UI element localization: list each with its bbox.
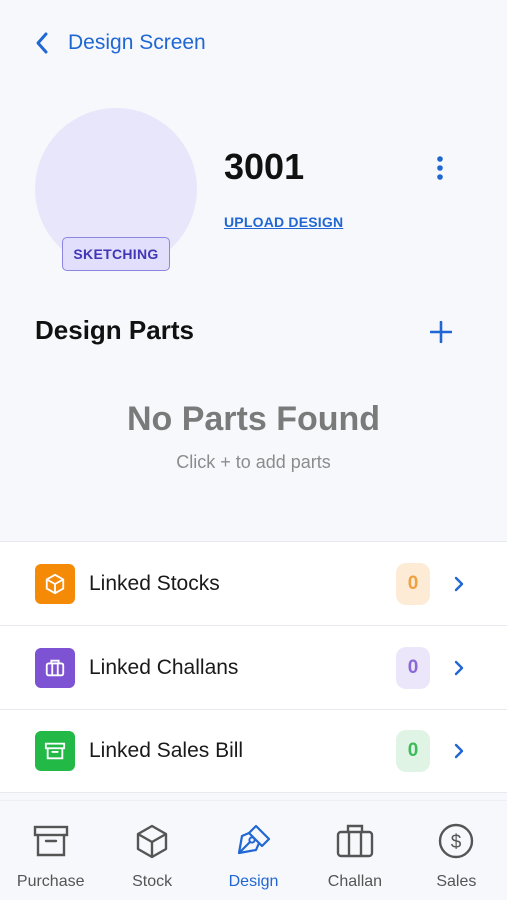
count-badge: 0 xyxy=(396,730,430,772)
count-badge: 0 xyxy=(396,646,430,689)
pen-tool-icon xyxy=(234,821,274,861)
plus-icon xyxy=(430,321,452,343)
status-badge: SKETCHING xyxy=(62,237,170,271)
empty-state-hint: Click + to add parts xyxy=(176,452,331,472)
linked-stocks-row[interactable]: Linked Stocks 0 xyxy=(0,541,507,625)
nav-label: Stock xyxy=(132,873,173,890)
page-title: Design Screen xyxy=(68,31,206,54)
back-arrow-icon[interactable] xyxy=(30,31,54,55)
nav-label: Sales xyxy=(436,873,477,890)
nav-item-sales[interactable]: $ Sales xyxy=(406,801,507,900)
more-vertical-icon[interactable] xyxy=(428,152,452,184)
linked-sales-bill-row[interactable]: Linked Sales Bill 0 xyxy=(0,709,507,793)
section-title: Design Parts xyxy=(35,315,194,345)
nav-label: Design xyxy=(228,873,279,890)
cube-icon xyxy=(132,821,172,861)
add-part-button[interactable] xyxy=(424,315,458,349)
link-label: Linked Stocks xyxy=(89,571,220,595)
nav-label: Challan xyxy=(327,873,383,890)
upload-design-link[interactable]: UPLOAD DESIGN xyxy=(224,214,343,230)
design-number: 3001 xyxy=(224,146,305,187)
design-summary: SKETCHING 3001 UPLOAD DESIGN xyxy=(0,100,507,280)
dollar-circle-icon: $ xyxy=(436,821,476,861)
design-parts-header: Design Parts xyxy=(0,305,507,357)
nav-item-challan[interactable]: Challan xyxy=(304,801,405,900)
nav-item-purchase[interactable]: Purchase xyxy=(0,801,101,900)
briefcase-icon xyxy=(35,647,75,688)
archive-icon xyxy=(31,821,71,861)
app-header: Design Screen xyxy=(0,0,507,86)
linked-challans-row[interactable]: Linked Challans 0 xyxy=(0,625,507,709)
chevron-right-icon xyxy=(451,741,467,761)
chevron-right-icon xyxy=(451,658,467,678)
link-label: Linked Challans xyxy=(89,655,239,679)
chevron-right-icon xyxy=(451,574,467,594)
svg-text:$: $ xyxy=(451,832,462,853)
bottom-navigation: Purchase Stock Design Challan $ Sales xyxy=(0,800,507,900)
empty-state-title: No Parts Found xyxy=(126,400,381,438)
nav-item-stock[interactable]: Stock xyxy=(101,801,202,900)
nav-label: Purchase xyxy=(16,873,85,890)
briefcase-icon xyxy=(335,821,375,861)
link-label: Linked Sales Bill xyxy=(89,739,244,762)
linked-items-list: Linked Stocks 0 Linked Challans 0 Linked… xyxy=(0,541,507,793)
nav-item-design[interactable]: Design xyxy=(203,801,304,900)
count-badge: 0 xyxy=(396,562,430,605)
cube-icon xyxy=(35,563,75,604)
archive-icon xyxy=(35,731,75,771)
